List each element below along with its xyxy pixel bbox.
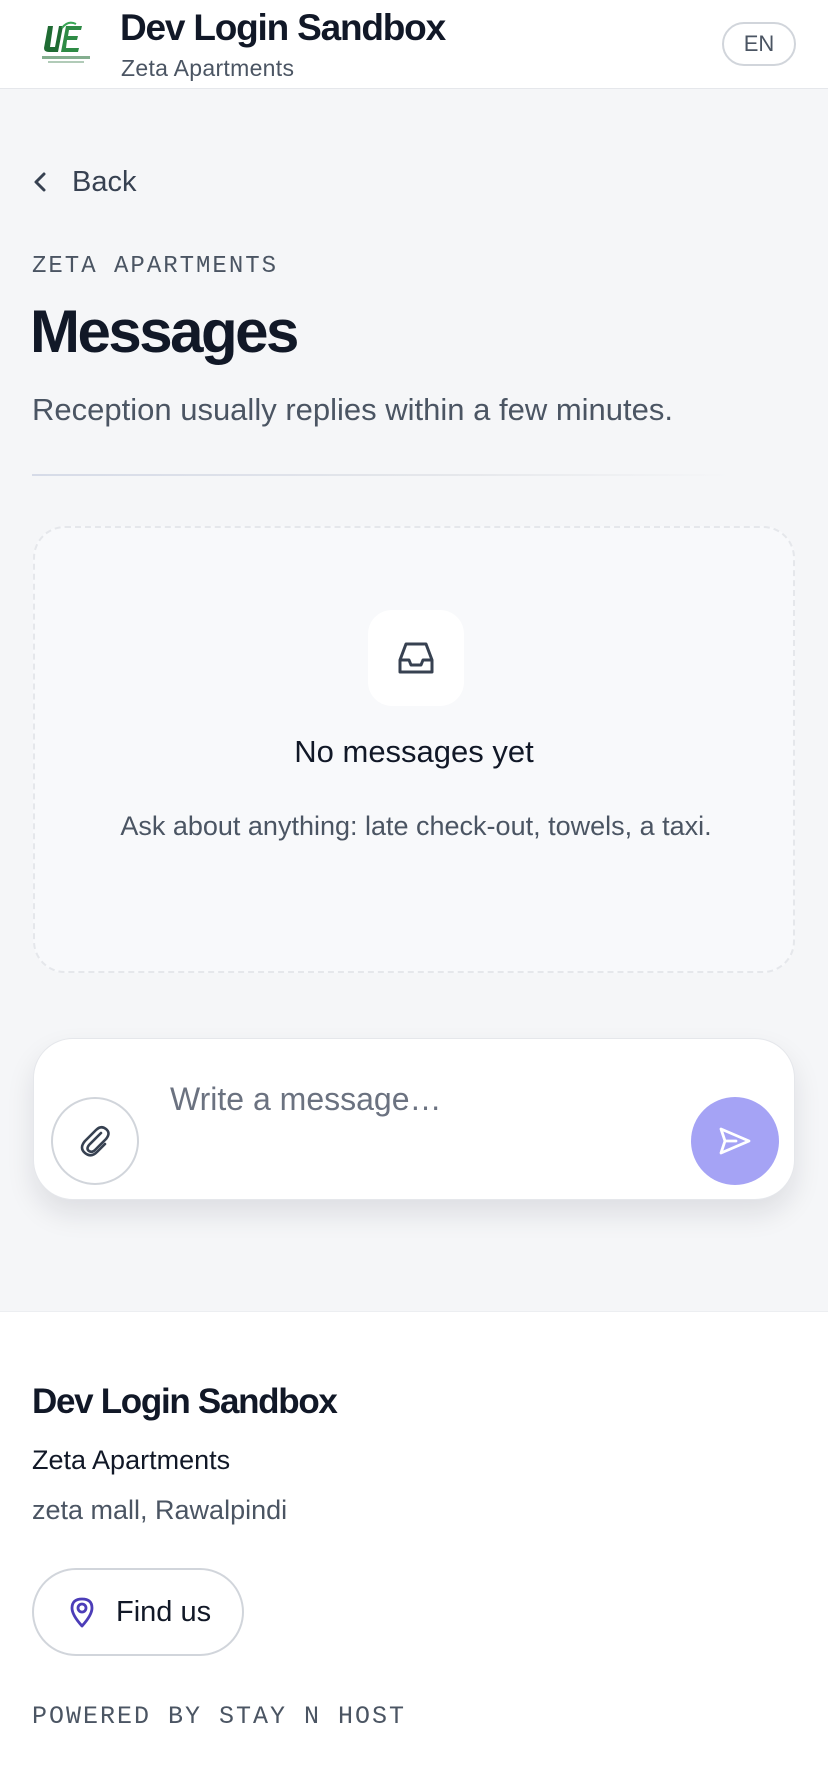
page-footer: Dev Login Sandbox Zeta Apartments zeta m… — [0, 1311, 828, 1792]
message-composer — [33, 1038, 795, 1200]
page-title: Messages — [30, 298, 299, 365]
message-input[interactable] — [170, 1075, 690, 1123]
footer-property-name: Zeta Apartments — [32, 1445, 231, 1475]
inbox-icon — [368, 610, 464, 706]
empty-state-description: Ask about anything: late check-out, towe… — [120, 811, 712, 841]
find-us-label: Find us — [116, 1595, 212, 1628]
attach-button[interactable] — [51, 1097, 139, 1185]
back-label: Back — [72, 165, 137, 198]
find-us-button[interactable]: Find us — [32, 1568, 244, 1656]
property-eyebrow: ZETA APARTMENTS — [32, 253, 279, 280]
empty-state-title: No messages yet — [294, 734, 534, 769]
back-button[interactable]: Back — [32, 160, 136, 204]
empty-state-card: No messages yet Ask about anything: late… — [33, 526, 795, 973]
urban-elan-logo[interactable] — [38, 18, 94, 66]
divider — [32, 474, 732, 476]
app-header: Dev Login Sandbox Zeta Apartments EN — [0, 0, 828, 89]
send-button[interactable] — [691, 1097, 779, 1185]
footer-title: Dev Login Sandbox — [32, 1382, 338, 1421]
footer-address: zeta mall, Rawalpindi — [32, 1495, 288, 1525]
powered-by: POWERED BY STAY N HOST — [32, 1702, 407, 1731]
send-icon — [719, 1127, 751, 1155]
brand-subtitle: Zeta Apartments — [121, 55, 295, 81]
language-switch-button[interactable]: EN — [722, 22, 796, 66]
chevron-left-icon — [34, 172, 46, 192]
paperclip-icon — [80, 1125, 110, 1157]
brand-title: Dev Login Sandbox — [120, 7, 446, 48]
map-pin-icon — [70, 1597, 94, 1628]
page-subtitle: Reception usually replies within a few m… — [32, 392, 673, 427]
